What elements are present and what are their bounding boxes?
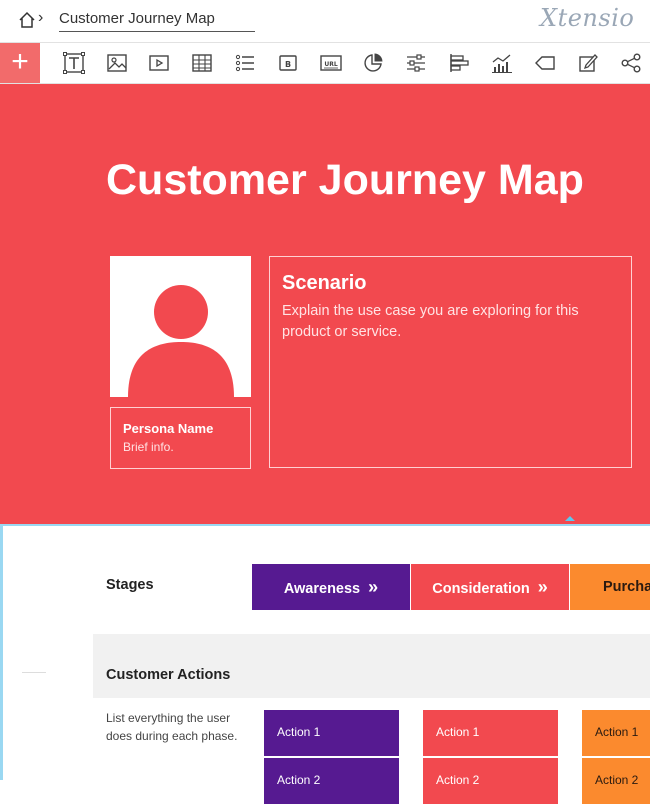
document-title[interactable]: Customer Journey Map	[59, 10, 255, 32]
stage-label: Awareness	[283, 581, 361, 597]
action-label: Action 1	[436, 725, 480, 739]
persona-avatar[interactable]	[110, 256, 251, 397]
bar-chart-icon[interactable]	[448, 52, 470, 74]
text-icon[interactable]	[63, 52, 85, 74]
persona-name[interactable]: Persona Name	[123, 421, 213, 436]
action-label: Action 1	[595, 725, 639, 739]
table-icon[interactable]	[191, 52, 213, 74]
page-title[interactable]: Customer Journey Map	[106, 156, 584, 205]
stages-label[interactable]: Stages	[106, 577, 154, 593]
stage-consideration[interactable]: Consideration »	[411, 564, 569, 610]
action-card[interactable]: Action 1	[264, 710, 399, 756]
top-bar: › Customer Journey Map Xtensio	[0, 0, 650, 43]
button-icon[interactable]: B	[277, 52, 299, 74]
section-caret-icon[interactable]	[565, 516, 575, 521]
action-label: Action 2	[277, 773, 321, 787]
action-card[interactable]: Action 2	[264, 758, 399, 804]
scenario-description[interactable]: Explain the use case you are exploring f…	[282, 301, 612, 343]
pie-chart-icon[interactable]	[362, 52, 384, 74]
action-card[interactable]: Action 1	[582, 710, 650, 756]
action-card[interactable]: Action 2	[582, 758, 650, 804]
action-card[interactable]: Action 1	[423, 710, 558, 756]
persona-info[interactable]: Brief info.	[123, 440, 174, 454]
image-icon[interactable]	[106, 52, 128, 74]
action-label: Action 2	[595, 773, 639, 787]
button-icon-letter: B	[285, 60, 291, 69]
scenario-title[interactable]: Scenario	[282, 272, 366, 295]
share-icon[interactable]	[620, 52, 642, 74]
breadcrumb-chevron-icon: ›	[38, 9, 44, 26]
list-icon[interactable]	[234, 52, 256, 74]
hero-section: Customer Journey Map Persona Name Brief …	[0, 84, 650, 524]
action-card[interactable]: Action 2	[423, 758, 558, 804]
stage-label: Consideration	[432, 581, 530, 597]
customer-actions-label[interactable]: Customer Actions	[106, 667, 230, 683]
sliders-icon[interactable]	[405, 52, 427, 74]
section-selection-border	[0, 524, 3, 780]
add-block-button[interactable]: +	[0, 43, 40, 83]
customer-actions-description[interactable]: List everything the user does during eac…	[106, 710, 246, 745]
double-chevron-icon: »	[368, 577, 379, 597]
home-icon[interactable]	[18, 11, 36, 29]
stage-awareness[interactable]: Awareness »	[252, 564, 410, 610]
action-label: Action 1	[277, 725, 321, 739]
double-chevron-icon: »	[537, 577, 548, 597]
customer-actions-row: Customer Actions	[93, 634, 650, 698]
line-chart-icon[interactable]	[491, 52, 513, 74]
action-label: Action 2	[436, 773, 480, 787]
brand-logo: Xtensio	[540, 4, 635, 32]
url-icon[interactable]: URL	[320, 52, 342, 74]
tag-icon[interactable]	[534, 52, 556, 74]
scenario-card[interactable]: Scenario Explain the use case you are ex…	[269, 256, 632, 468]
edit-icon[interactable]	[577, 52, 599, 74]
url-icon-text: URL	[324, 61, 337, 68]
avatar-silhouette-icon	[128, 285, 234, 397]
toolbar: + B URL	[0, 43, 650, 84]
video-icon[interactable]	[148, 52, 170, 74]
section-selection-line	[0, 524, 650, 526]
divider	[22, 672, 46, 673]
persona-card[interactable]: Persona Name Brief info.	[110, 407, 251, 469]
stage-purchase[interactable]: Purcha	[570, 564, 650, 610]
stage-label: Purcha	[603, 579, 650, 595]
